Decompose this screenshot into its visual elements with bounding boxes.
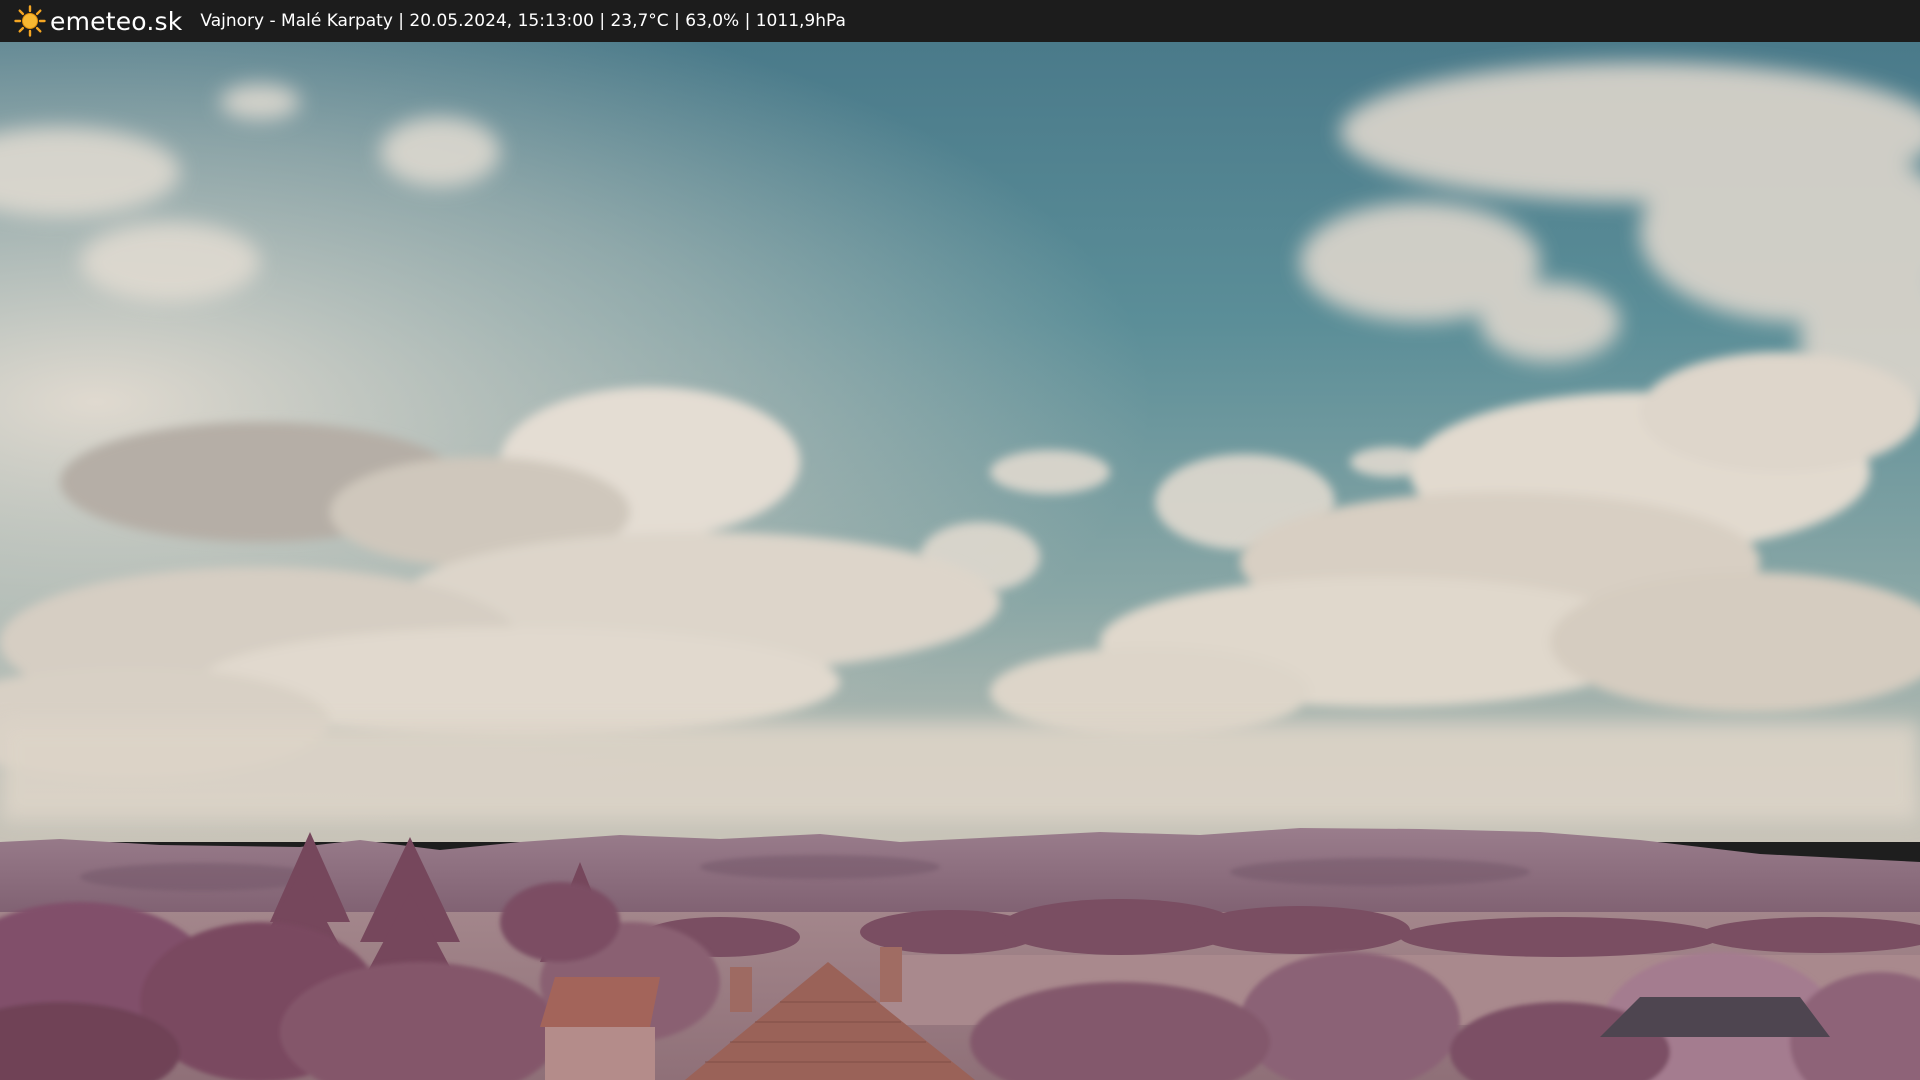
webcam-frame: emeteo.sk Vajnory - Malé Karpaty | 20.05… [0,0,1920,1080]
webcam-image [0,42,1920,1080]
sun-icon [14,5,46,37]
brand-name: emeteo.sk [50,6,183,36]
webcam-caption: Vajnory - Malé Karpaty | 20.05.2024, 15:… [200,11,846,31]
logo[interactable]: emeteo.sk [14,0,182,42]
top-bar: emeteo.sk Vajnory - Malé Karpaty | 20.05… [0,0,1920,42]
